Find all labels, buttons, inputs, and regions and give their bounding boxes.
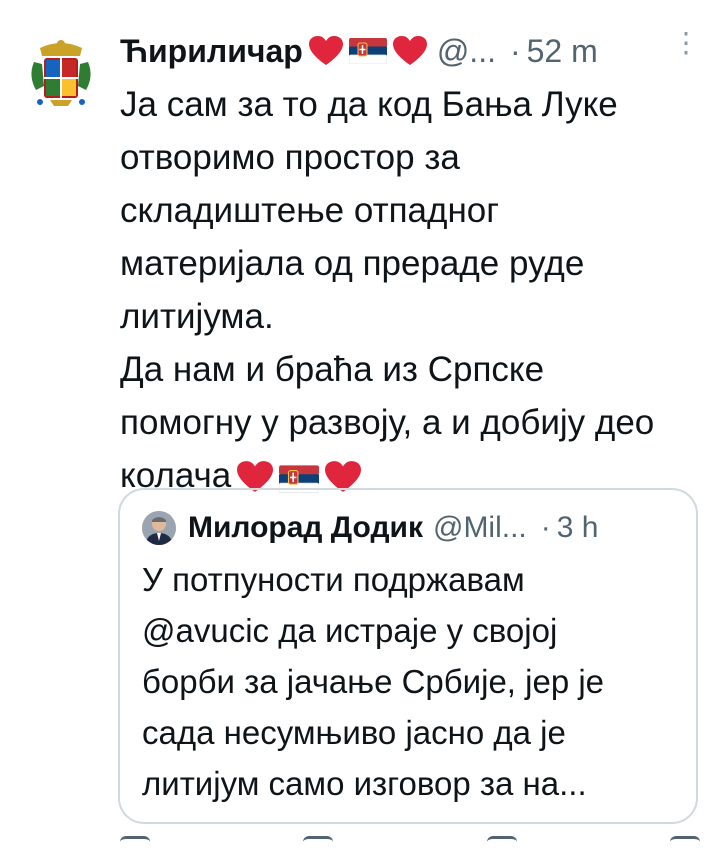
reply-icon[interactable]	[120, 836, 150, 859]
share-icon[interactable]	[669, 836, 700, 859]
quoted-text-line: литијум само изговор за на...	[142, 765, 587, 802]
author-name[interactable]: Ћириличар	[120, 33, 303, 70]
tweet-text-line: Да нам и браћа из Српске	[120, 350, 545, 389]
quoted-tweet-header: Милорад Додик @Mil... · 3 h	[142, 508, 676, 548]
person-photo-icon	[142, 511, 176, 545]
quoted-text-line: борби за јачање Србије, јер је	[142, 663, 605, 700]
retweet-icon[interactable]	[303, 836, 334, 859]
quoted-author-handle[interactable]: @Mil...	[433, 511, 527, 545]
red-heart-icon	[308, 36, 343, 66]
separator-dot: ·	[540, 511, 551, 544]
more-options-icon[interactable]: ⋮	[672, 29, 700, 57]
tweet-text-line: складиштење отпадног	[120, 191, 500, 230]
tweet-header: Ћириличар @... · 52 m ⋮	[120, 28, 700, 74]
tweet-text-line: литијума.	[120, 297, 274, 336]
separator-dot: ·	[509, 32, 521, 69]
tweet-text: Ја сам за то да код Бања Луке отворимо п…	[120, 78, 690, 502]
author-handle[interactable]: @...	[437, 33, 496, 70]
timestamp[interactable]: 52 m	[527, 33, 598, 70]
quoted-text-line: сада несумњиво јасно да је	[142, 714, 566, 751]
avatar[interactable]	[20, 34, 102, 116]
action-bar	[120, 836, 700, 856]
quoted-timestamp[interactable]: 3 h	[557, 511, 599, 545]
quoted-tweet-text: У потпуности подржавам @avucic да истрај…	[142, 554, 682, 809]
tweet-text-line: помогну у развоју, а и добију део	[120, 403, 655, 442]
tweet-text-line: отворимо простор за	[120, 138, 460, 177]
red-heart-icon	[392, 36, 427, 66]
coat-of-arms-icon	[20, 34, 102, 116]
quoted-tweet[interactable]: Милорад Додик @Mil... · 3 h У потпуности…	[118, 488, 698, 824]
like-icon[interactable]	[486, 836, 517, 859]
quoted-text-line: У потпуности подржавам	[142, 561, 525, 598]
serbia-flag-icon	[348, 38, 387, 64]
quoted-author-name[interactable]: Милорад Додик	[188, 511, 423, 545]
tweet-text-line: Ја сам за то да код Бања Луке	[120, 85, 618, 124]
tweet[interactable]: Ћириличар @... · 52 m ⋮ Ја сам за то да …	[0, 0, 720, 849]
quoted-avatar[interactable]	[142, 511, 176, 545]
quoted-text-line: @avucic да истраје у својој	[142, 612, 558, 649]
tweet-text-line: материјала од прераде руде	[120, 244, 585, 283]
